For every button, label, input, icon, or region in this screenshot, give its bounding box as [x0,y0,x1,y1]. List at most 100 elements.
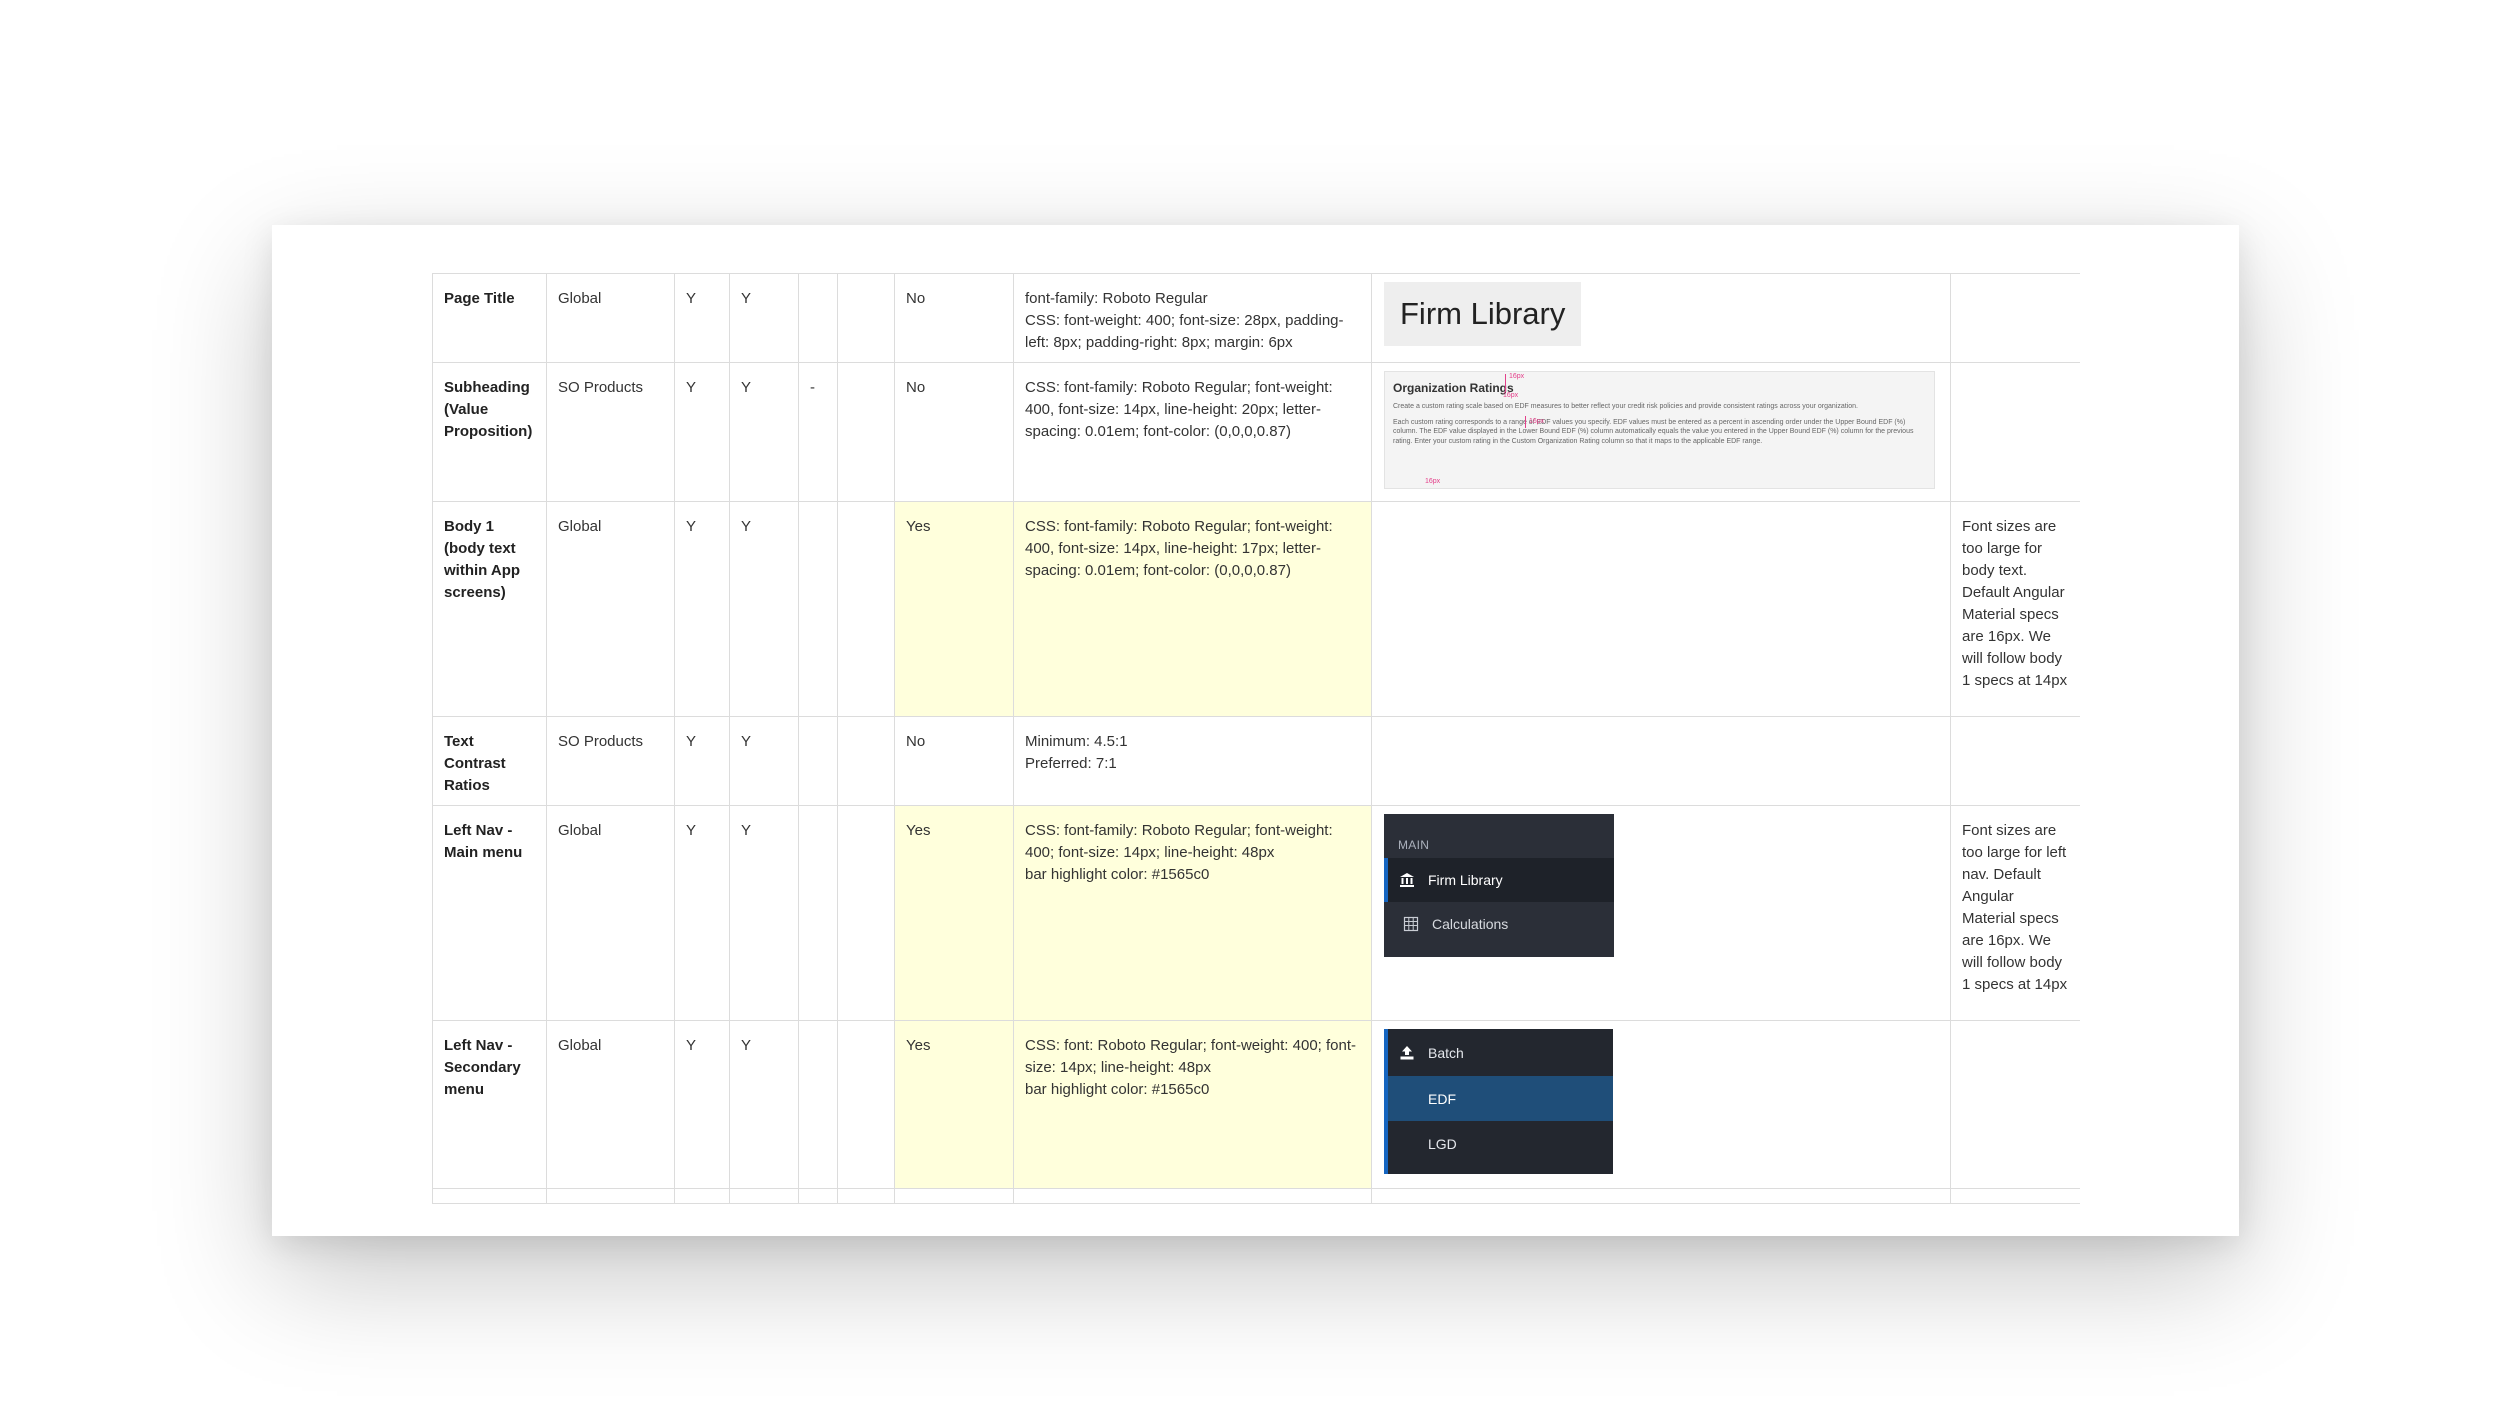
nav-item-label: Calculations [1432,916,1509,932]
row-status: No [894,362,1014,502]
empty-cell [546,1188,675,1204]
spec-label: 16px [1425,478,1441,485]
row-col3: Y [674,362,730,502]
row-example: Organization Ratings Create a custom rat… [1371,362,1951,502]
spec-label: 16px [1529,418,1545,425]
nav-item-calculations[interactable]: Calculations [1384,902,1614,946]
row-col6 [837,273,895,363]
row-status: Yes [894,501,1014,717]
row-example [1371,716,1951,806]
row-col3: Y [674,273,730,363]
nav-item-firm-library[interactable]: Firm Library [1384,858,1614,902]
row-scope: Global [546,501,675,717]
row-col4: Y [729,1020,799,1189]
example-organization-ratings: Organization Ratings Create a custom rat… [1384,371,1935,489]
example-paragraph: Create a custom rating scale based on ED… [1393,403,1858,410]
spec-marker-line [1525,416,1526,428]
row-col5 [798,716,838,806]
row-notes [1950,1020,2080,1189]
row-notes: Font sizes are too large for body text. … [1950,501,2080,717]
table-row: Subheading (Value Proposition) SO Produc… [432,362,2080,502]
row-col6 [837,716,895,806]
row-status: No [894,273,1014,363]
row-status: Yes [894,1020,1014,1189]
row-name: Page Title [432,273,547,363]
table-row: Left Nav - Main menu Global Y Y Yes CSS:… [432,805,2080,1021]
row-scope: Global [546,1020,675,1189]
nav-item-label: Firm Library [1428,872,1503,888]
row-spec: font-family: Roboto Regular CSS: font-we… [1013,273,1372,363]
row-name: Left Nav - Secondary menu [432,1020,547,1189]
row-spec: Minimum: 4.5:1 Preferred: 7:1 [1013,716,1372,806]
row-notes [1950,362,2080,502]
row-col5 [798,501,838,717]
spec-line: bar highlight color: #1565c0 [1025,866,1210,883]
nav-subitem-edf[interactable]: EDF [1388,1076,1613,1121]
example-subheading: Organization Ratings [1393,381,1514,395]
row-name: Left Nav - Main menu [432,805,547,1021]
nav-section-header: MAIN [1398,838,1430,852]
row-example: MAIN Firm Library Calculations [1371,805,1951,1021]
row-status: Yes [894,805,1014,1021]
empty-cell [1371,1188,1951,1204]
nav-item-batch[interactable]: Batch [1388,1029,1613,1076]
spec-line: CSS: font: Roboto Regular; font-weight: … [1025,1037,1357,1076]
row-col6 [837,501,895,717]
empty-cell [1950,1188,2080,1204]
typography-spec-table: Page Title Global Y Y No font-family: Ro… [432,273,2080,1204]
row-spec: CSS: font-family: Roboto Regular; font-w… [1013,805,1372,1021]
table-row: Page Title Global Y Y No font-family: Ro… [432,273,2080,363]
table-wrapper: Page Title Global Y Y No font-family: Ro… [432,273,2080,1236]
row-spec: CSS: font-family: Roboto Regular; font-w… [1013,362,1372,502]
row-example [1371,501,1951,717]
row-scope: Global [546,805,675,1021]
row-status: No [894,716,1014,806]
spec-label: 16px [1503,392,1519,399]
screenshot-card: Page Title Global Y Y No font-family: Ro… [272,225,2239,1236]
row-col4: Y [729,362,799,502]
spec-label: 16px [1509,373,1525,380]
empty-cell [729,1188,799,1204]
row-col5 [798,273,838,363]
row-notes [1950,273,2080,363]
row-col5: - [798,362,838,502]
nav-item-label: EDF [1428,1090,1456,1107]
row-col4: Y [729,501,799,717]
spec-line: font-family: Roboto Regular [1025,290,1208,307]
row-col4: Y [729,716,799,806]
example-left-nav-secondary: Batch EDF LGD [1384,1029,1613,1174]
calculator-icon [1402,915,1420,933]
empty-cell [1013,1188,1372,1204]
row-col6 [837,805,895,1021]
example-page-title: Firm Library [1384,282,1582,346]
row-col3: Y [674,501,730,717]
table-row: Text Contrast Ratios SO Products Y Y No … [432,716,2080,806]
row-col3: Y [674,1020,730,1189]
example-left-nav-main: MAIN Firm Library Calculations [1384,814,1614,957]
table-row: Body 1 (body text within App screens) Gl… [432,501,2080,717]
empty-cell [432,1188,547,1204]
empty-cell [894,1188,1014,1204]
spec-line: CSS: font-family: Roboto Regular; font-w… [1025,822,1333,861]
row-spec: CSS: font: Roboto Regular; font-weight: … [1013,1020,1372,1189]
spec-marker-line [1505,374,1506,392]
row-example: Batch EDF LGD [1371,1020,1951,1189]
spec-line: Preferred: 7:1 [1025,755,1117,772]
nav-subitem-lgd[interactable]: LGD [1388,1121,1613,1166]
row-scope: SO Products [546,716,675,806]
row-col3: Y [674,716,730,806]
row-scope: SO Products [546,362,675,502]
row-col5 [798,1020,838,1189]
row-notes [1950,716,2080,806]
empty-cell [837,1188,895,1204]
row-name: Text Contrast Ratios [432,716,547,806]
empty-cell [674,1188,730,1204]
example-paragraph: Each custom rating corresponds to a rang… [1393,418,1914,445]
nav-item-label: Batch [1428,1044,1464,1061]
row-col4: Y [729,273,799,363]
row-scope: Global [546,273,675,363]
row-notes: Font sizes are too large for left nav. D… [1950,805,2080,1021]
row-name: Subheading (Value Proposition) [432,362,547,502]
spec-line: bar highlight color: #1565c0 [1025,1081,1210,1098]
table-row-partial [432,1188,2080,1204]
